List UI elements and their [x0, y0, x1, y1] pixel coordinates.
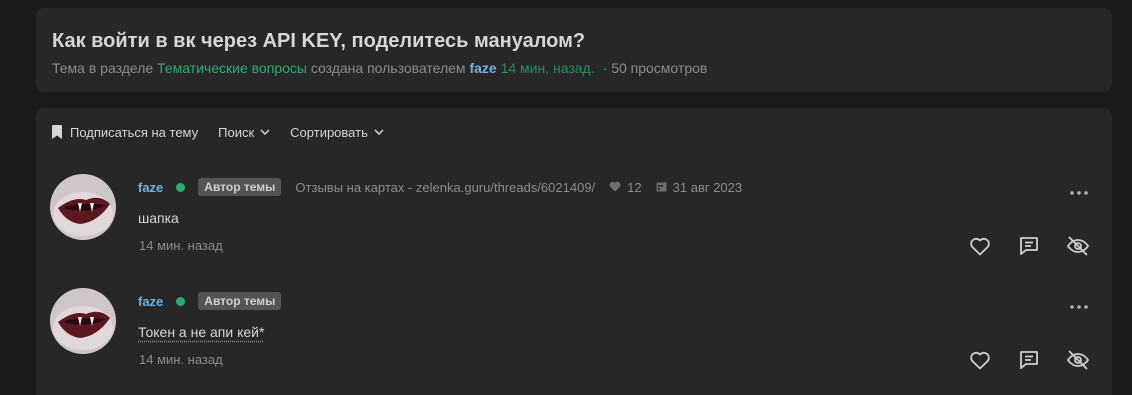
user-status: Отзывы на картах - zelenka.guru/threads/… — [295, 179, 596, 195]
username[interactable]: faze — [138, 180, 163, 195]
post-extra-meta: Отзывы на картах - zelenka.guru/threads/… — [295, 180, 742, 195]
reply-quote-icon — [1020, 237, 1038, 255]
reply-quote-icon — [1020, 351, 1038, 369]
post-actions — [968, 348, 1115, 372]
subscribe-label: Подписаться на тему — [70, 124, 199, 140]
reg-date: 31 авг 2023 — [672, 179, 743, 195]
thread-toolbar: Подписаться на тему Поиск Сортировать — [52, 124, 404, 140]
post-body: шапка — [138, 210, 179, 226]
username[interactable]: faze — [138, 294, 163, 309]
post-header: faze Автор темы Отзывы на картах - zelen… — [138, 178, 742, 196]
more-dots-icon[interactable] — [1070, 296, 1088, 314]
online-indicator — [176, 182, 186, 192]
post-actions — [968, 234, 1115, 258]
section-link[interactable]: Тематические вопросы — [157, 60, 307, 76]
avatar[interactable] — [50, 288, 116, 354]
post: faze Автор темы Токен а не апи кей* 14 м… — [36, 288, 1112, 388]
views-count: 50 просмотров — [611, 60, 708, 76]
more-dots-icon[interactable] — [1070, 182, 1088, 200]
avatar[interactable] — [50, 174, 116, 240]
registration-date: 31 авг 2023 — [656, 180, 742, 195]
heart-small-icon — [609, 180, 627, 195]
post-body: Токен а не апи кей* — [138, 324, 265, 340]
author-link[interactable]: faze — [469, 60, 496, 76]
post-header: faze Автор темы — [138, 292, 282, 310]
eye-off-icon — [1066, 350, 1090, 370]
meta-created-by: создана пользователем — [310, 60, 466, 76]
heart-icon — [970, 351, 990, 370]
chevron-down-icon — [374, 129, 384, 135]
likes-counter: 12 — [609, 179, 642, 195]
hide-button[interactable] — [1066, 234, 1090, 258]
posts-container: Подписаться на тему Поиск Сортировать fa… — [36, 108, 1112, 395]
sort-dropdown[interactable]: Сортировать — [290, 125, 384, 140]
online-indicator — [176, 296, 186, 306]
thread-meta: Тема в разделе Тематические вопросы созд… — [52, 60, 707, 76]
chevron-down-icon — [260, 129, 270, 135]
subscribe-button[interactable]: Подписаться на тему — [52, 125, 198, 140]
reply-button[interactable] — [1017, 348, 1041, 372]
post-time[interactable]: 14 мин. назад — [139, 238, 223, 253]
bookmark-icon — [52, 125, 62, 139]
like-button[interactable] — [968, 234, 992, 258]
thread-time[interactable]: 14 мин. назад. — [501, 60, 595, 76]
sort-label: Сортировать — [290, 124, 368, 140]
likes-count: 12 — [627, 179, 642, 195]
thread-title: Как войти в вк через API KEY, поделитесь… — [52, 30, 586, 52]
calendar-icon — [656, 180, 673, 195]
post-time[interactable]: 14 мин. назад — [139, 352, 223, 367]
author-badge: Автор темы — [198, 292, 282, 310]
like-button[interactable] — [968, 348, 992, 372]
post: faze Автор темы Отзывы на картах - zelen… — [36, 174, 1112, 274]
hide-button[interactable] — [1066, 348, 1090, 372]
search-dropdown[interactable]: Поиск — [218, 125, 270, 140]
search-label: Поиск — [218, 124, 255, 140]
reply-button[interactable] — [1017, 234, 1041, 258]
thread-header: Как войти в вк через API KEY, поделитесь… — [36, 8, 1112, 92]
eye-off-icon — [1066, 236, 1090, 256]
meta-prefix: Тема в разделе — [52, 60, 154, 76]
heart-icon — [970, 237, 990, 256]
author-badge: Автор темы — [198, 178, 282, 196]
meta-separator: · — [602, 60, 608, 76]
page: Как войти в вк через API KEY, поделитесь… — [0, 0, 1132, 395]
